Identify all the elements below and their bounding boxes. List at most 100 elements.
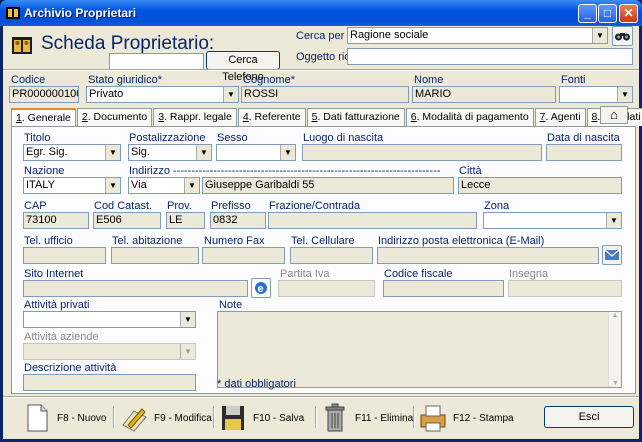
cap-label: CAP <box>24 200 47 212</box>
codice-field[interactable]: PR0000001001 <box>9 86 79 103</box>
stampa-button[interactable]: F12 - Stampa <box>419 401 514 435</box>
tab-documento[interactable]: 2. Documento <box>76 108 153 126</box>
sito-label: Sito Internet <box>24 268 84 280</box>
scroll-down-icon[interactable]: ▼ <box>609 380 622 387</box>
postalizzazione-value: Sig. <box>131 146 150 158</box>
printer-icon <box>420 405 446 432</box>
prefisso-field[interactable]: 0832 <box>210 212 266 229</box>
stato-label: Stato giuridico* <box>88 74 162 86</box>
tab-generale[interactable]: 1. Generale <box>11 108 76 127</box>
tab-agenti[interactable]: 7. Agenti <box>534 108 586 126</box>
tab-strip: 1. Generale 2. Documento 3. Rappr. legal… <box>11 108 642 127</box>
cerca-per-label: Cerca per <box>296 30 345 42</box>
prov-field[interactable]: LE <box>166 212 205 229</box>
binoculars-button[interactable] <box>612 26 633 46</box>
tel-ufficio-label: Tel. ufficio <box>24 235 73 247</box>
scroll-up-icon[interactable]: ▲ <box>609 312 621 319</box>
client-area: Scheda Proprietario: Cerca Telefono Cerc… <box>3 26 642 439</box>
cap-field[interactable]: 73100 <box>23 212 89 229</box>
titolo-value: Egr. Sig. <box>26 146 68 158</box>
data-nascita-field[interactable] <box>546 144 622 161</box>
chevron-down-icon[interactable]: ▼ <box>606 213 621 228</box>
elimina-button[interactable]: F11 - Elimina <box>321 401 413 435</box>
citta-field[interactable]: Lecce <box>458 177 622 194</box>
attivita-aziende-select[interactable]: ▼ <box>23 343 196 360</box>
cerca-per-value: Ragione sociale <box>350 29 429 41</box>
tel-cellulare-label: Tel. Cellulare <box>291 235 355 247</box>
chevron-down-icon[interactable]: ▼ <box>184 178 199 193</box>
note-textarea[interactable] <box>217 311 622 388</box>
title-bar[interactable]: Archivio Proprietari _ □ ✕ <box>0 0 642 26</box>
chevron-down-icon[interactable]: ▼ <box>617 87 632 102</box>
phone-search-input[interactable] <box>109 53 204 70</box>
prefisso-label: Prefisso <box>211 200 251 212</box>
attivita-privati-label: Attività privati <box>24 299 90 311</box>
obbligatori-note: * dati obbligatori <box>217 378 296 390</box>
chevron-down-icon[interactable]: ▼ <box>105 178 120 193</box>
indirizzo-field[interactable]: Giuseppe Garibaldi 55 <box>202 177 454 194</box>
frazione-field[interactable] <box>268 212 477 229</box>
titolo-select[interactable]: Egr. Sig. ▼ <box>23 144 121 161</box>
tel-cellulare-field[interactable] <box>290 247 373 264</box>
note-scrollbar[interactable]: ▲ ▼ <box>608 312 621 387</box>
oggetto-label: Oggetto ric. <box>296 51 353 63</box>
internet-explorer-icon: e <box>255 282 267 295</box>
frazione-label: Frazione/Contrada <box>269 200 361 212</box>
cerca-telefono-button[interactable]: Cerca Telefono <box>206 51 280 83</box>
indirizzo-tipo-select[interactable]: Via ▼ <box>128 177 200 194</box>
chevron-down-icon[interactable]: ▼ <box>196 145 211 160</box>
modifica-button[interactable]: F9 - Modifica <box>120 401 212 435</box>
chevron-down-icon[interactable]: ▼ <box>180 312 195 327</box>
chevron-down-icon[interactable]: ▼ <box>180 344 195 359</box>
cerca-per-select[interactable]: Ragione sociale ▼ <box>347 27 608 44</box>
trash-icon <box>325 403 345 432</box>
chevron-down-icon[interactable]: ▼ <box>105 145 120 160</box>
codice-fiscale-field[interactable] <box>383 280 504 297</box>
tel-ufficio-field[interactable] <box>23 247 106 264</box>
partita-iva-label: Partita Iva <box>280 268 330 280</box>
descrizione-field[interactable] <box>23 374 196 391</box>
sito-field[interactable] <box>23 280 248 297</box>
nome-field[interactable]: MARIO <box>412 86 556 103</box>
cognome-field[interactable]: ROSSI <box>241 86 409 103</box>
send-email-button[interactable] <box>602 245 622 265</box>
zona-label: Zona <box>484 200 510 212</box>
nome-label: Nome <box>414 74 444 86</box>
tab-rappr-legale[interactable]: 3. Rappr. legale <box>153 108 237 126</box>
sesso-select[interactable]: ▼ <box>216 144 296 161</box>
maximize-button[interactable]: □ <box>598 4 617 23</box>
salva-button[interactable]: F10 - Salva <box>219 401 304 435</box>
chevron-down-icon[interactable]: ▼ <box>223 87 238 102</box>
chevron-down-icon[interactable]: ▼ <box>592 28 607 43</box>
numero-fax-field[interactable] <box>202 247 285 264</box>
salva-label: F10 - Salva <box>253 412 305 424</box>
tab-modalita-pagamento[interactable]: 6. Modalità di pagamento <box>405 108 534 126</box>
fonti-select[interactable]: ▼ <box>559 86 633 103</box>
minimize-button[interactable]: _ <box>578 4 597 23</box>
email-field[interactable] <box>377 247 599 264</box>
luogo-nascita-field[interactable] <box>302 144 542 161</box>
partita-iva-field[interactable] <box>278 280 375 297</box>
esci-button[interactable]: Esci <box>544 406 634 428</box>
tab-label: . Documento <box>87 111 148 123</box>
nazione-select[interactable]: ITALY ▼ <box>23 177 121 194</box>
divider <box>3 69 639 71</box>
tab-referente[interactable]: 4. Referente <box>237 108 306 126</box>
nuovo-button[interactable]: F8 - Nuovo <box>23 401 106 435</box>
tel-abitazione-field[interactable] <box>111 247 199 264</box>
tab-label: . Rappr. legale <box>164 111 232 123</box>
indirizzo-label: Indirizzo ------------------------------… <box>129 165 441 177</box>
stato-select[interactable]: Privato ▼ <box>86 86 239 103</box>
attivita-privati-select[interactable]: ▼ <box>23 311 196 328</box>
home-button[interactable]: ⌂ <box>600 106 628 124</box>
postalizzazione-select[interactable]: Sig. ▼ <box>128 144 212 161</box>
open-website-button[interactable]: e <box>251 278 271 298</box>
cod-catast-field[interactable]: E506 <box>93 212 161 229</box>
zona-select[interactable]: ▼ <box>483 212 622 229</box>
insegna-field[interactable] <box>508 280 622 297</box>
nuovo-label: F8 - Nuovo <box>57 412 107 424</box>
chevron-down-icon[interactable]: ▼ <box>280 145 295 160</box>
close-button[interactable]: ✕ <box>619 4 638 23</box>
oggetto-input[interactable] <box>347 48 633 65</box>
tab-dati-fatturazione[interactable]: 5. Dati fatturazione <box>306 108 405 126</box>
